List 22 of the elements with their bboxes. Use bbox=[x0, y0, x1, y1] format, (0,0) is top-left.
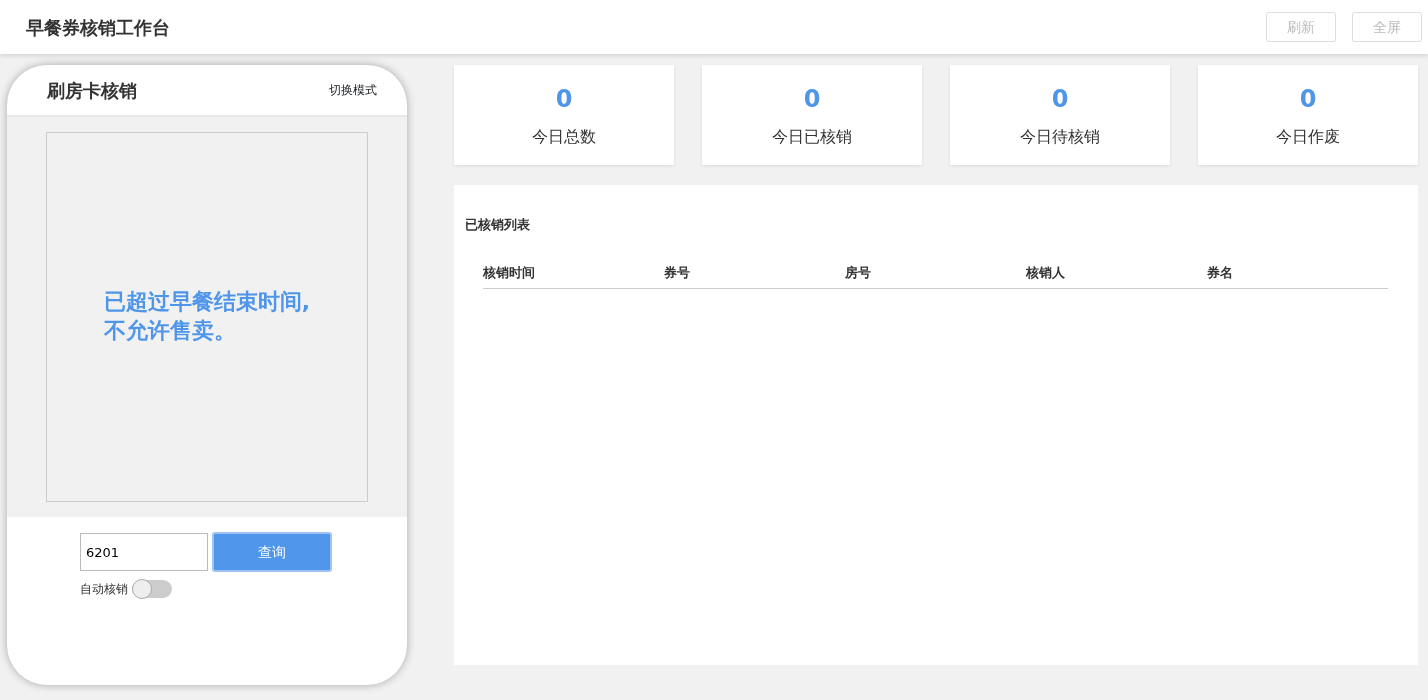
stat-label: 今日待核销 bbox=[1020, 126, 1100, 148]
column-header: 核销人 bbox=[1026, 263, 1066, 282]
column-header: 券名 bbox=[1207, 263, 1234, 282]
stat-value: 0 bbox=[1051, 84, 1069, 115]
auto-verify-toggle[interactable] bbox=[132, 580, 172, 598]
table-title: 已核销列表 bbox=[465, 216, 531, 234]
room-input[interactable]: 6201 bbox=[80, 533, 208, 571]
column-header: 房号 bbox=[845, 263, 872, 282]
stat-label: 今日已核销 bbox=[772, 126, 852, 148]
column-header: 核销时间 bbox=[483, 263, 536, 282]
auto-verify-label: 自动核销 bbox=[80, 581, 128, 598]
stat-value: 0 bbox=[555, 84, 573, 115]
panel-title: 刷房卡核销 bbox=[47, 78, 137, 103]
stat-label: 今日总数 bbox=[532, 126, 596, 148]
stat-value: 0 bbox=[803, 84, 821, 115]
status-message: 已超过早餐结束时间, 不允许售卖。 bbox=[103, 288, 311, 345]
stat-value: 0 bbox=[1299, 84, 1317, 115]
app-title: 早餐券核销工作台 bbox=[26, 15, 170, 40]
stat-label: 今日作废 bbox=[1276, 126, 1340, 148]
query-button[interactable]: 查询 bbox=[212, 532, 332, 572]
column-header: 券号 bbox=[664, 263, 691, 282]
switch-mode-link[interactable]: 切换模式 bbox=[329, 81, 377, 99]
